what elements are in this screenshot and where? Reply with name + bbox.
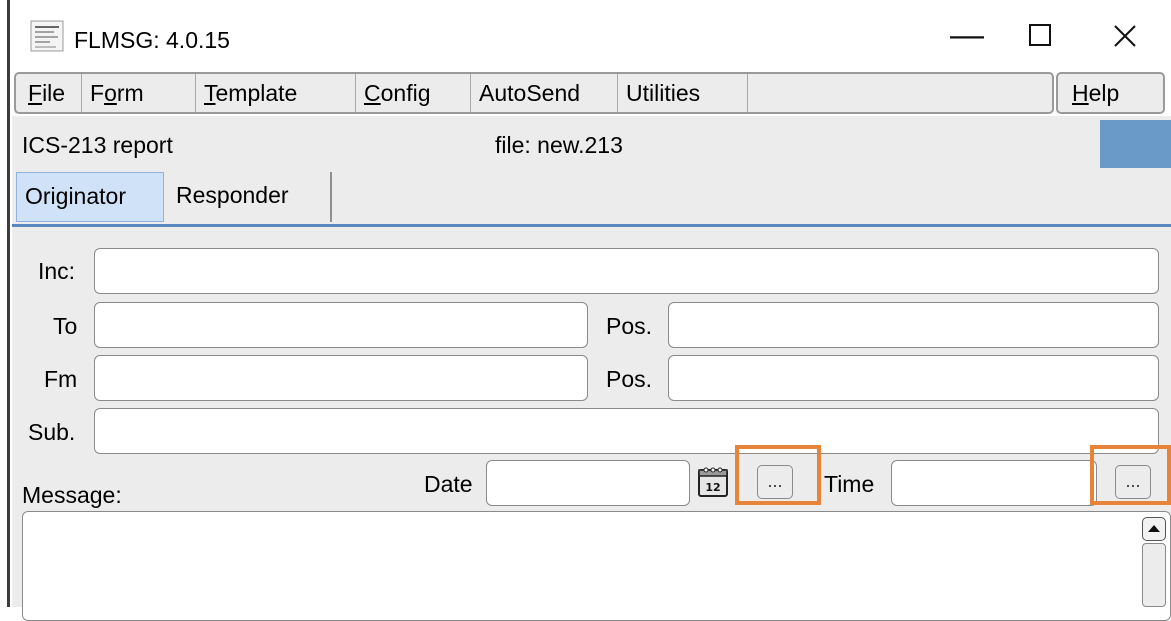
inc-field[interactable] [94, 248, 1159, 294]
app-icon [30, 20, 64, 52]
chevron-up-icon [1148, 525, 1160, 532]
tab-responder[interactable]: Responder [166, 172, 332, 222]
date-ellipsis-button[interactable]: ... [757, 465, 793, 499]
inc-label: Inc: [38, 258, 76, 284]
calendar-day: 12 [705, 481, 720, 494]
to-pos-label: Pos. [606, 313, 653, 339]
menu-help[interactable]: Help [1056, 72, 1165, 114]
menu-utilities[interactable]: Utilities [618, 74, 748, 112]
sub-label: Sub. [28, 419, 76, 445]
menu-form[interactable]: Form [82, 74, 196, 112]
status-indicator [1100, 120, 1171, 168]
time-ellipsis-button[interactable]: ... [1115, 465, 1151, 499]
fm-pos-label: Pos. [606, 366, 653, 392]
menu-autosend[interactable]: AutoSend [471, 74, 618, 112]
time-field[interactable] [891, 460, 1097, 506]
to-field[interactable] [94, 302, 588, 348]
message-textarea[interactable] [22, 511, 1171, 621]
date-field[interactable] [486, 460, 690, 506]
calendar-icon: 12 [698, 467, 728, 497]
report-type-label: ICS-213 report [22, 132, 173, 158]
menu-file[interactable]: File [20, 74, 82, 112]
to-pos-field[interactable] [668, 302, 1159, 348]
maximize-button[interactable] [1015, 18, 1065, 52]
to-label: To [53, 313, 78, 339]
menu-template[interactable]: Template [196, 74, 356, 112]
date-label: Date [424, 471, 473, 497]
scroll-up-button[interactable] [1142, 517, 1166, 541]
time-label: Time [824, 471, 875, 497]
maximize-icon [1029, 24, 1051, 46]
menu-bar: File Form Template Config AutoSend Utili… [14, 72, 1054, 114]
tab-originator[interactable]: Originator [16, 172, 164, 222]
fm-pos-field[interactable] [668, 355, 1159, 401]
fm-label: Fm [44, 366, 78, 392]
menu-config[interactable]: Config [356, 74, 471, 112]
close-button[interactable] [1100, 18, 1150, 54]
window-title: FLMSG: 4.0.15 [74, 27, 230, 53]
minimize-button[interactable]: — [942, 18, 992, 52]
subject-field[interactable] [94, 408, 1159, 454]
window-left-edge [7, 0, 10, 607]
calendar-button[interactable]: 12 [696, 465, 730, 499]
message-label: Message: [22, 482, 122, 508]
close-icon [1114, 25, 1136, 47]
scrollbar-track[interactable] [1142, 543, 1166, 607]
fm-field[interactable] [94, 355, 588, 401]
file-name-label: file: new.213 [495, 132, 623, 158]
